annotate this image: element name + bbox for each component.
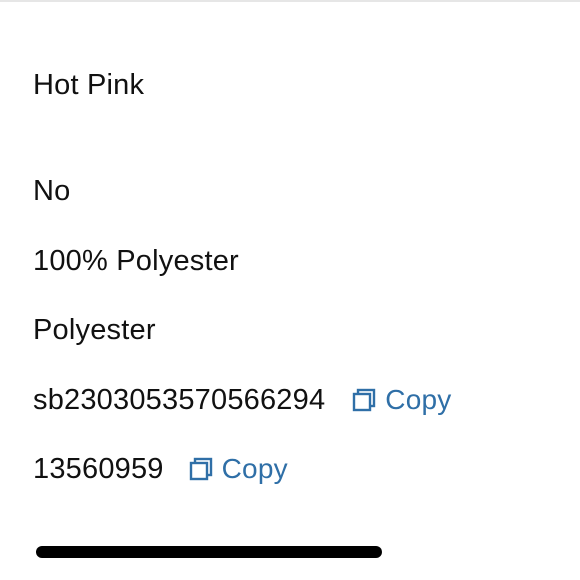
option-value: No — [33, 175, 71, 207]
fabric-value: Polyester — [33, 314, 156, 346]
home-indicator[interactable] — [36, 546, 382, 558]
option-value-row: No — [33, 174, 70, 208]
color-value-row: Hot Pink — [33, 68, 144, 102]
copy-icon — [351, 387, 377, 413]
item-number-copy-label: Copy — [221, 453, 288, 484]
sku-value: sb2303053570566294 — [33, 384, 326, 416]
sku-row: sb2303053570566294 Copy — [33, 383, 451, 417]
top-divider — [0, 0, 580, 2]
copy-icon — [188, 456, 214, 482]
sku-copy-label: Copy — [385, 384, 452, 415]
fabric-value-row: Polyester — [33, 313, 156, 347]
color-value: Hot Pink — [33, 69, 145, 101]
item-number-value: 13560959 — [33, 453, 164, 485]
material-value-row: 100% Polyester — [33, 244, 239, 278]
item-number-row: 13560959 Copy — [33, 452, 288, 486]
item-number-copy-button[interactable]: Copy — [188, 452, 288, 486]
sku-copy-button[interactable]: Copy — [351, 383, 451, 417]
material-value: 100% Polyester — [33, 245, 239, 277]
